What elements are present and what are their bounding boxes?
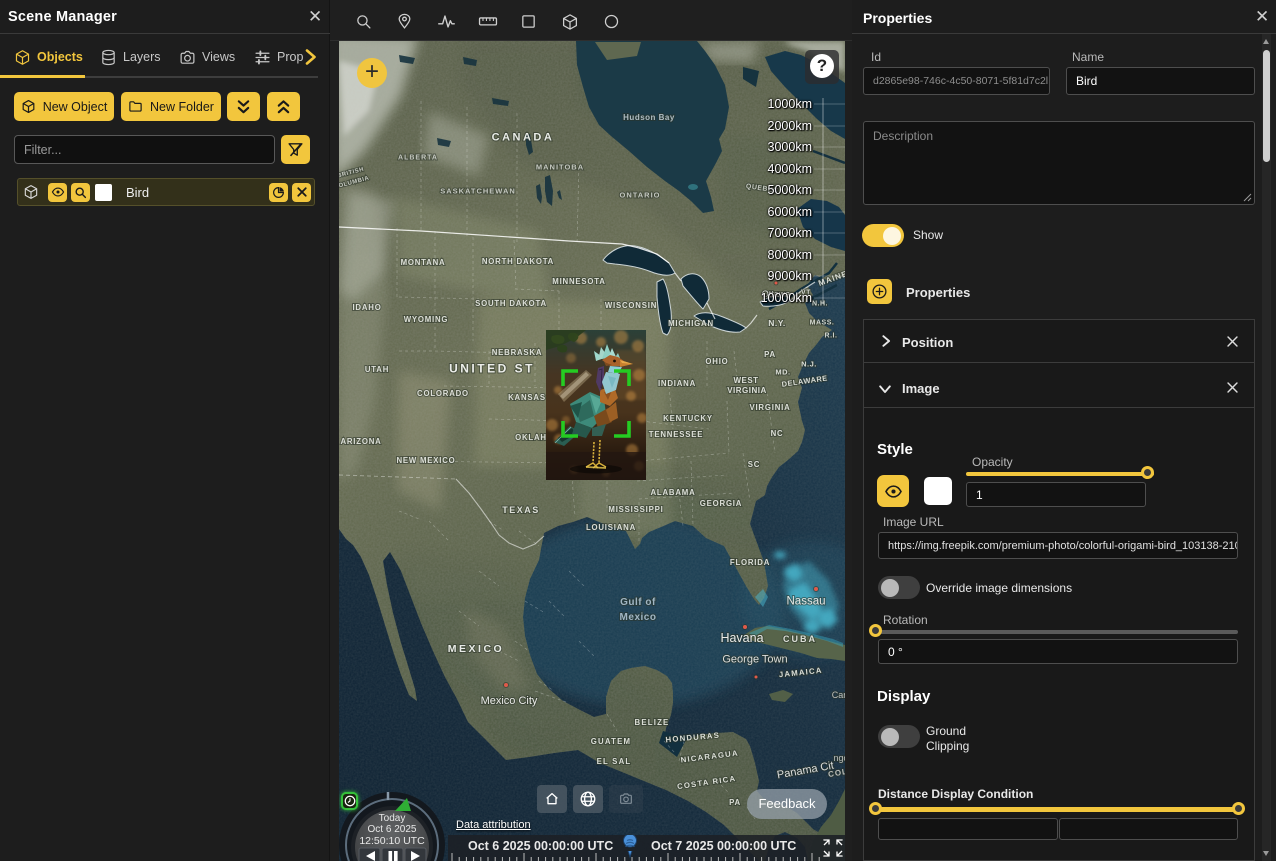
- svg-text:VIRGINIA: VIRGINIA: [749, 403, 790, 412]
- svg-text:KENTUCKY: KENTUCKY: [663, 414, 713, 423]
- svg-text:12:50:10 UTC: 12:50:10 UTC: [359, 835, 425, 847]
- svg-text:George Town: George Town: [722, 654, 787, 666]
- svg-text:UNITED ST: UNITED ST: [449, 362, 535, 376]
- svg-text:MD.: MD.: [775, 368, 790, 377]
- svg-text:GUATEM: GUATEM: [591, 737, 631, 746]
- svg-text:IDAHO: IDAHO: [352, 303, 381, 312]
- svg-text:ngo: ngo: [833, 753, 845, 763]
- svg-text:VIRGINIA: VIRGINIA: [727, 386, 767, 395]
- svg-text:MANITOBA: MANITOBA: [536, 163, 584, 172]
- svg-text:Havana: Havana: [720, 631, 763, 645]
- svg-text:ARIZONA: ARIZONA: [340, 437, 381, 446]
- svg-text:OHIO: OHIO: [705, 357, 728, 366]
- svg-text:MICHIGAN: MICHIGAN: [668, 319, 714, 328]
- svg-text:BELIZE: BELIZE: [635, 718, 670, 727]
- svg-text:KANSAS: KANSAS: [508, 393, 546, 402]
- svg-text:TEXAS: TEXAS: [502, 505, 540, 515]
- svg-text:WEST: WEST: [733, 376, 758, 385]
- svg-text:PA: PA: [729, 798, 741, 807]
- svg-text:Mexico: Mexico: [620, 612, 657, 623]
- svg-text:ALABAMA: ALABAMA: [650, 488, 695, 497]
- svg-text:MONTANA: MONTANA: [401, 258, 446, 267]
- svg-text:EL SAL: EL SAL: [597, 757, 632, 766]
- svg-text:GEORGIA: GEORGIA: [700, 499, 742, 508]
- svg-text:Mexico City: Mexico City: [481, 695, 538, 707]
- svg-text:UTAH: UTAH: [365, 365, 389, 374]
- svg-text:MINNESOTA: MINNESOTA: [552, 277, 605, 286]
- svg-text:NC: NC: [771, 429, 784, 438]
- svg-text:Oct 6 2025: Oct 6 2025: [368, 824, 417, 835]
- svg-text:SASKATCHEWAN: SASKATCHEWAN: [440, 187, 516, 196]
- svg-text:LOUISIANA: LOUISIANA: [586, 523, 636, 532]
- svg-text:N.Y.: N.Y.: [768, 318, 786, 328]
- svg-text:ONTARIO: ONTARIO: [619, 191, 660, 200]
- svg-text:NEW MEXICO: NEW MEXICO: [396, 456, 455, 465]
- svg-text:Today: Today: [379, 813, 406, 824]
- svg-text:MEXICO: MEXICO: [448, 643, 504, 655]
- svg-text:R.I.: R.I.: [825, 332, 838, 339]
- svg-text:Gulf of: Gulf of: [620, 597, 656, 608]
- svg-text:Hudson Bay: Hudson Bay: [623, 113, 675, 122]
- svg-text:TENNESSEE: TENNESSEE: [649, 430, 703, 439]
- svg-text:WISCONSIN: WISCONSIN: [605, 301, 657, 310]
- svg-text:MISSISSIPPI: MISSISSIPPI: [608, 505, 663, 514]
- svg-text:NORTH DAKOTA: NORTH DAKOTA: [482, 257, 554, 266]
- svg-text:N.J.: N.J.: [801, 360, 817, 369]
- svg-text:N.H.: N.H.: [812, 300, 828, 307]
- svg-text:WYOMING: WYOMING: [404, 315, 449, 324]
- svg-text:SC: SC: [748, 460, 760, 469]
- svg-text:INDIANA: INDIANA: [658, 379, 696, 388]
- svg-text:CUBA: CUBA: [783, 634, 817, 644]
- svg-text:Nassau: Nassau: [787, 596, 826, 608]
- svg-text:OKLAH: OKLAH: [515, 433, 547, 442]
- svg-text:Car: Car: [832, 690, 845, 700]
- svg-text:FLORIDA: FLORIDA: [730, 558, 770, 567]
- svg-text:PA: PA: [764, 350, 776, 359]
- svg-text:NEBRASKA: NEBRASKA: [492, 348, 543, 357]
- svg-text:CANADA: CANADA: [492, 132, 555, 144]
- svg-text:COLORADO: COLORADO: [417, 389, 469, 398]
- svg-text:ALBERTA: ALBERTA: [398, 155, 438, 162]
- svg-text:MASS.: MASS.: [810, 319, 835, 326]
- svg-text:SOUTH DAKOTA: SOUTH DAKOTA: [475, 299, 547, 308]
